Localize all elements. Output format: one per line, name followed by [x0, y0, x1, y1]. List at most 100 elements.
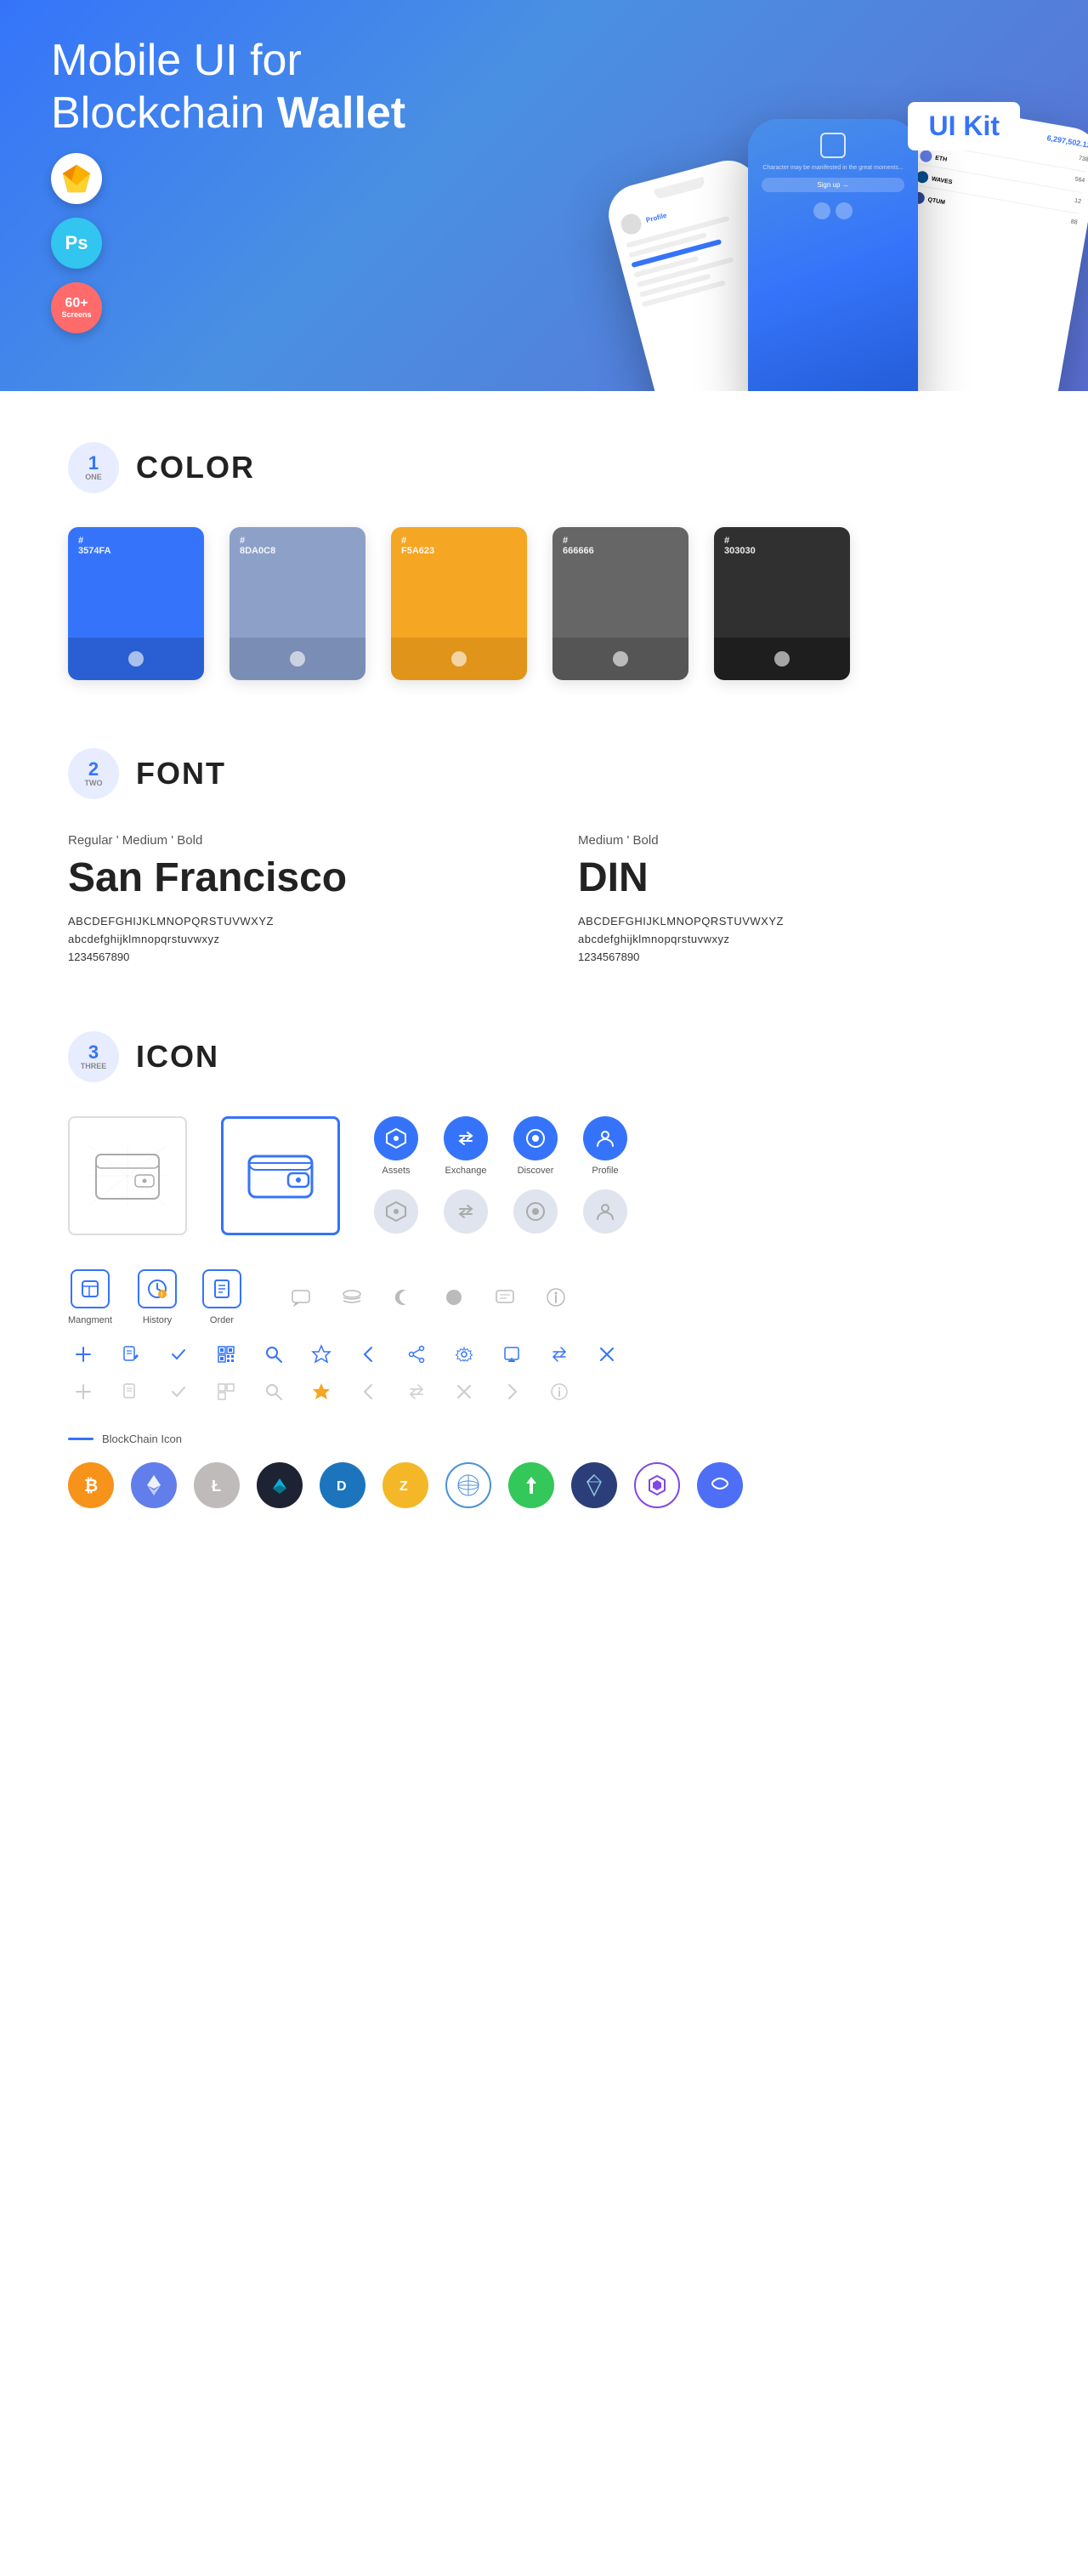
assets-icon	[374, 1116, 418, 1160]
swatch-mid-gray: #666666	[552, 527, 688, 680]
discover-gray-icon	[513, 1189, 558, 1234]
ui-kit-label: UI Kit	[928, 111, 1000, 141]
font-sf: Regular ' Medium ' Bold San Francisco AB…	[68, 833, 510, 963]
discover-icon	[513, 1116, 558, 1160]
font-grid: Regular ' Medium ' Bold San Francisco AB…	[68, 833, 1020, 963]
misc-icons-row	[284, 1280, 573, 1314]
section3-header: 3 THREE ICON	[68, 1031, 1020, 1082]
info-icon	[539, 1280, 573, 1314]
discover-gray-item	[513, 1189, 558, 1234]
wallet-icon-outline-box	[68, 1116, 187, 1235]
sf-numbers: 1234567890	[68, 950, 510, 963]
word-three: THREE	[81, 1062, 107, 1070]
layers-icon	[335, 1280, 369, 1314]
swatch-dark: #303030	[714, 527, 850, 680]
bitcoin-icon: ₿	[68, 1462, 114, 1508]
hero-title: Mobile UI for Blockchain Wallet	[51, 34, 476, 140]
qr-gray-icon	[211, 1376, 241, 1407]
exchange-gray-item	[444, 1189, 488, 1234]
utility-icons-row2	[68, 1376, 1020, 1407]
font-section: 2 TWO FONT Regular ' Medium ' Bold San F…	[0, 731, 1088, 1014]
discover-icon-item: Discover	[513, 1116, 558, 1176]
diamond-icon	[571, 1462, 617, 1508]
font-din: Medium ' Bold DIN ABCDEFGHIJKLMNOPQRSTUV…	[578, 833, 1020, 963]
blockchain-label: BlockChain Icon	[68, 1433, 1020, 1445]
profile-icon	[583, 1116, 627, 1160]
exchange-icon-item: Exchange	[444, 1116, 488, 1176]
icon-section: 3 THREE ICON	[0, 1014, 1088, 1593]
screens-label: Screens	[61, 310, 91, 319]
swap-icon	[544, 1339, 575, 1370]
info-gray-icon	[544, 1376, 575, 1407]
screens-count: 60+	[65, 297, 88, 310]
hero-badges: Ps 60+ Screens	[51, 153, 102, 333]
check-gray-icon	[163, 1376, 194, 1407]
section2-header: 2 TWO FONT	[68, 748, 1020, 799]
crypto-icons-row: ₿ Ł D	[68, 1462, 1020, 1508]
discover-label: Discover	[518, 1166, 554, 1176]
message-icon	[488, 1280, 522, 1314]
photoshop-label: Ps	[65, 232, 88, 254]
nav-icon-row: Mangment ! History	[68, 1269, 1020, 1325]
color-section: 1 ONE COLOR #3574FA #8DA0C8 #F5A623 #666…	[0, 391, 1088, 731]
assets-icon-item: Assets	[374, 1116, 418, 1176]
photoshop-badge: Ps	[51, 218, 102, 269]
chat-icon	[284, 1280, 318, 1314]
management-icon-item: Mangment	[68, 1269, 112, 1325]
word-one: ONE	[85, 473, 102, 481]
number1-circle: 1 ONE	[68, 442, 119, 493]
litecoin-icon: Ł	[194, 1462, 240, 1508]
grid-coin-icon	[445, 1462, 491, 1508]
circle-icon-set: Assets Exchange	[374, 1116, 627, 1234]
wallet-icon-filled-box	[221, 1116, 340, 1235]
doc-edit-icon	[116, 1339, 146, 1370]
profile-label: Profile	[592, 1166, 618, 1176]
din-uppercase: ABCDEFGHIJKLMNOPQRSTUVWXYZ	[578, 915, 1020, 928]
share-icon	[401, 1339, 432, 1370]
screens-badge: 60+ Screens	[51, 282, 102, 333]
plus-icon	[68, 1339, 99, 1370]
swatch-blue: #3574FA	[68, 527, 204, 680]
din-name: DIN	[578, 854, 1020, 901]
zcash-icon: Z	[382, 1462, 428, 1508]
hero-section: Mobile UI for Blockchain Wallet Ps 60+ S…	[0, 0, 1088, 391]
utility-icons-row1	[68, 1339, 1020, 1370]
number3-circle: 3 THREE	[68, 1031, 119, 1082]
x-gray-icon	[449, 1376, 479, 1407]
sketch-badge	[51, 153, 102, 204]
din-styles: Medium ' Bold	[578, 833, 1020, 848]
arrow-right-gray-icon	[496, 1376, 527, 1407]
sf-uppercase: ABCDEFGHIJKLMNOPQRSTUVWXYZ	[68, 915, 510, 928]
management-icon	[71, 1269, 110, 1308]
curve-icon	[697, 1462, 743, 1508]
management-label: Mangment	[68, 1315, 112, 1325]
plus-gray-icon	[68, 1376, 99, 1407]
din-lowercase: abcdefghijklmnopqrstuvwxyz	[578, 933, 1020, 945]
history-icon-item: ! History	[138, 1269, 177, 1325]
dash-icon: D	[320, 1462, 366, 1508]
wallet-outline-icon	[89, 1146, 166, 1206]
blockchain-text: BlockChain Icon	[102, 1433, 182, 1445]
svg-text:!: !	[161, 1292, 162, 1298]
history-label: History	[143, 1315, 172, 1325]
order-label: Order	[210, 1315, 234, 1325]
order-icon-item: Order	[202, 1269, 241, 1325]
number2: 2	[88, 760, 99, 779]
profile-gray-item	[583, 1189, 627, 1234]
doc-gray-icon	[116, 1376, 146, 1407]
star-icon	[306, 1339, 337, 1370]
number2-circle: 2 TWO	[68, 748, 119, 799]
moon-icon	[386, 1280, 420, 1314]
svg-text:Ł: Ł	[212, 1478, 221, 1495]
chevron-left-icon	[354, 1339, 384, 1370]
arrows-gray-icon	[401, 1376, 432, 1407]
sketch-icon	[60, 162, 94, 196]
wallet-filled-icon	[242, 1146, 319, 1206]
svg-text:₿: ₿	[84, 1477, 98, 1495]
exchange-gray-icon	[444, 1189, 488, 1234]
word-two: TWO	[85, 779, 103, 787]
profile-gray-icon	[583, 1189, 627, 1234]
search-icon	[258, 1339, 289, 1370]
sf-styles: Regular ' Medium ' Bold	[68, 833, 510, 848]
qr-icon	[211, 1339, 241, 1370]
